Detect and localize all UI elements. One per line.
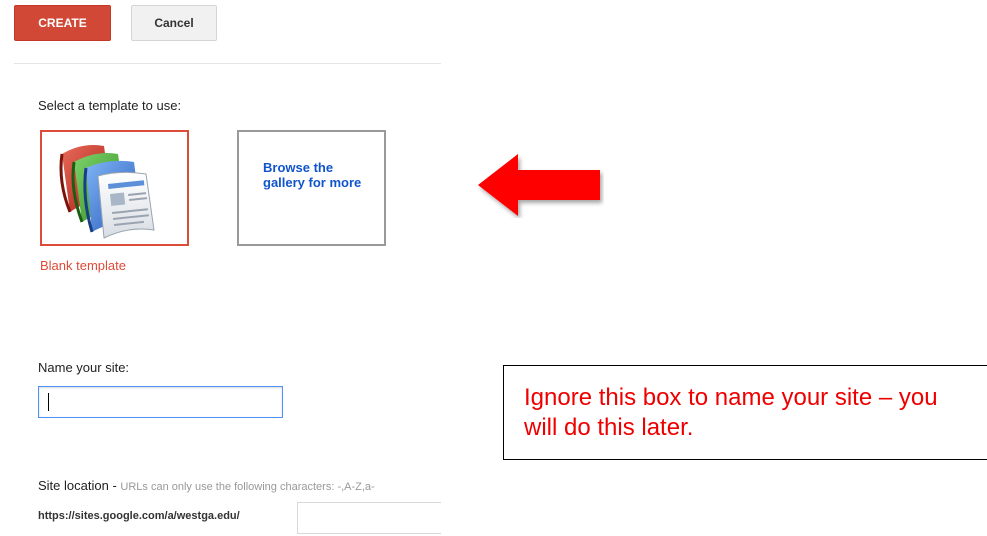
- site-name-input[interactable]: [38, 386, 283, 418]
- site-location-title: Site location: [38, 478, 109, 493]
- annotation-callout: Ignore this box to name your site – you …: [503, 365, 987, 460]
- toolbar-divider: [14, 63, 441, 64]
- text-caret: [48, 393, 49, 411]
- name-site-label: Name your site:: [38, 360, 130, 375]
- browse-gallery-link[interactable]: Browse the gallery for more: [263, 160, 373, 190]
- blank-template-option[interactable]: [40, 130, 189, 246]
- site-location-separator: -: [108, 478, 121, 493]
- create-button[interactable]: CREATE: [14, 5, 111, 41]
- site-url-prefix: https://sites.google.com/a/westga.edu/: [38, 510, 240, 522]
- browse-gallery-option[interactable]: Browse the gallery for more: [237, 130, 386, 246]
- site-location-label: Site location - URLs can only use the fo…: [38, 478, 375, 493]
- blank-template-label: Blank template: [40, 258, 126, 273]
- annotation-callout-text: Ignore this box to name your site – you …: [524, 384, 938, 441]
- site-url-input[interactable]: [297, 502, 441, 534]
- template-heading: Select a template to use:: [38, 98, 182, 113]
- cancel-button[interactable]: Cancel: [131, 5, 217, 41]
- sites-template-icon: [59, 145, 155, 239]
- red-arrow-annotation: [478, 154, 600, 216]
- site-location-hint: URLs can only use the following characte…: [120, 481, 375, 493]
